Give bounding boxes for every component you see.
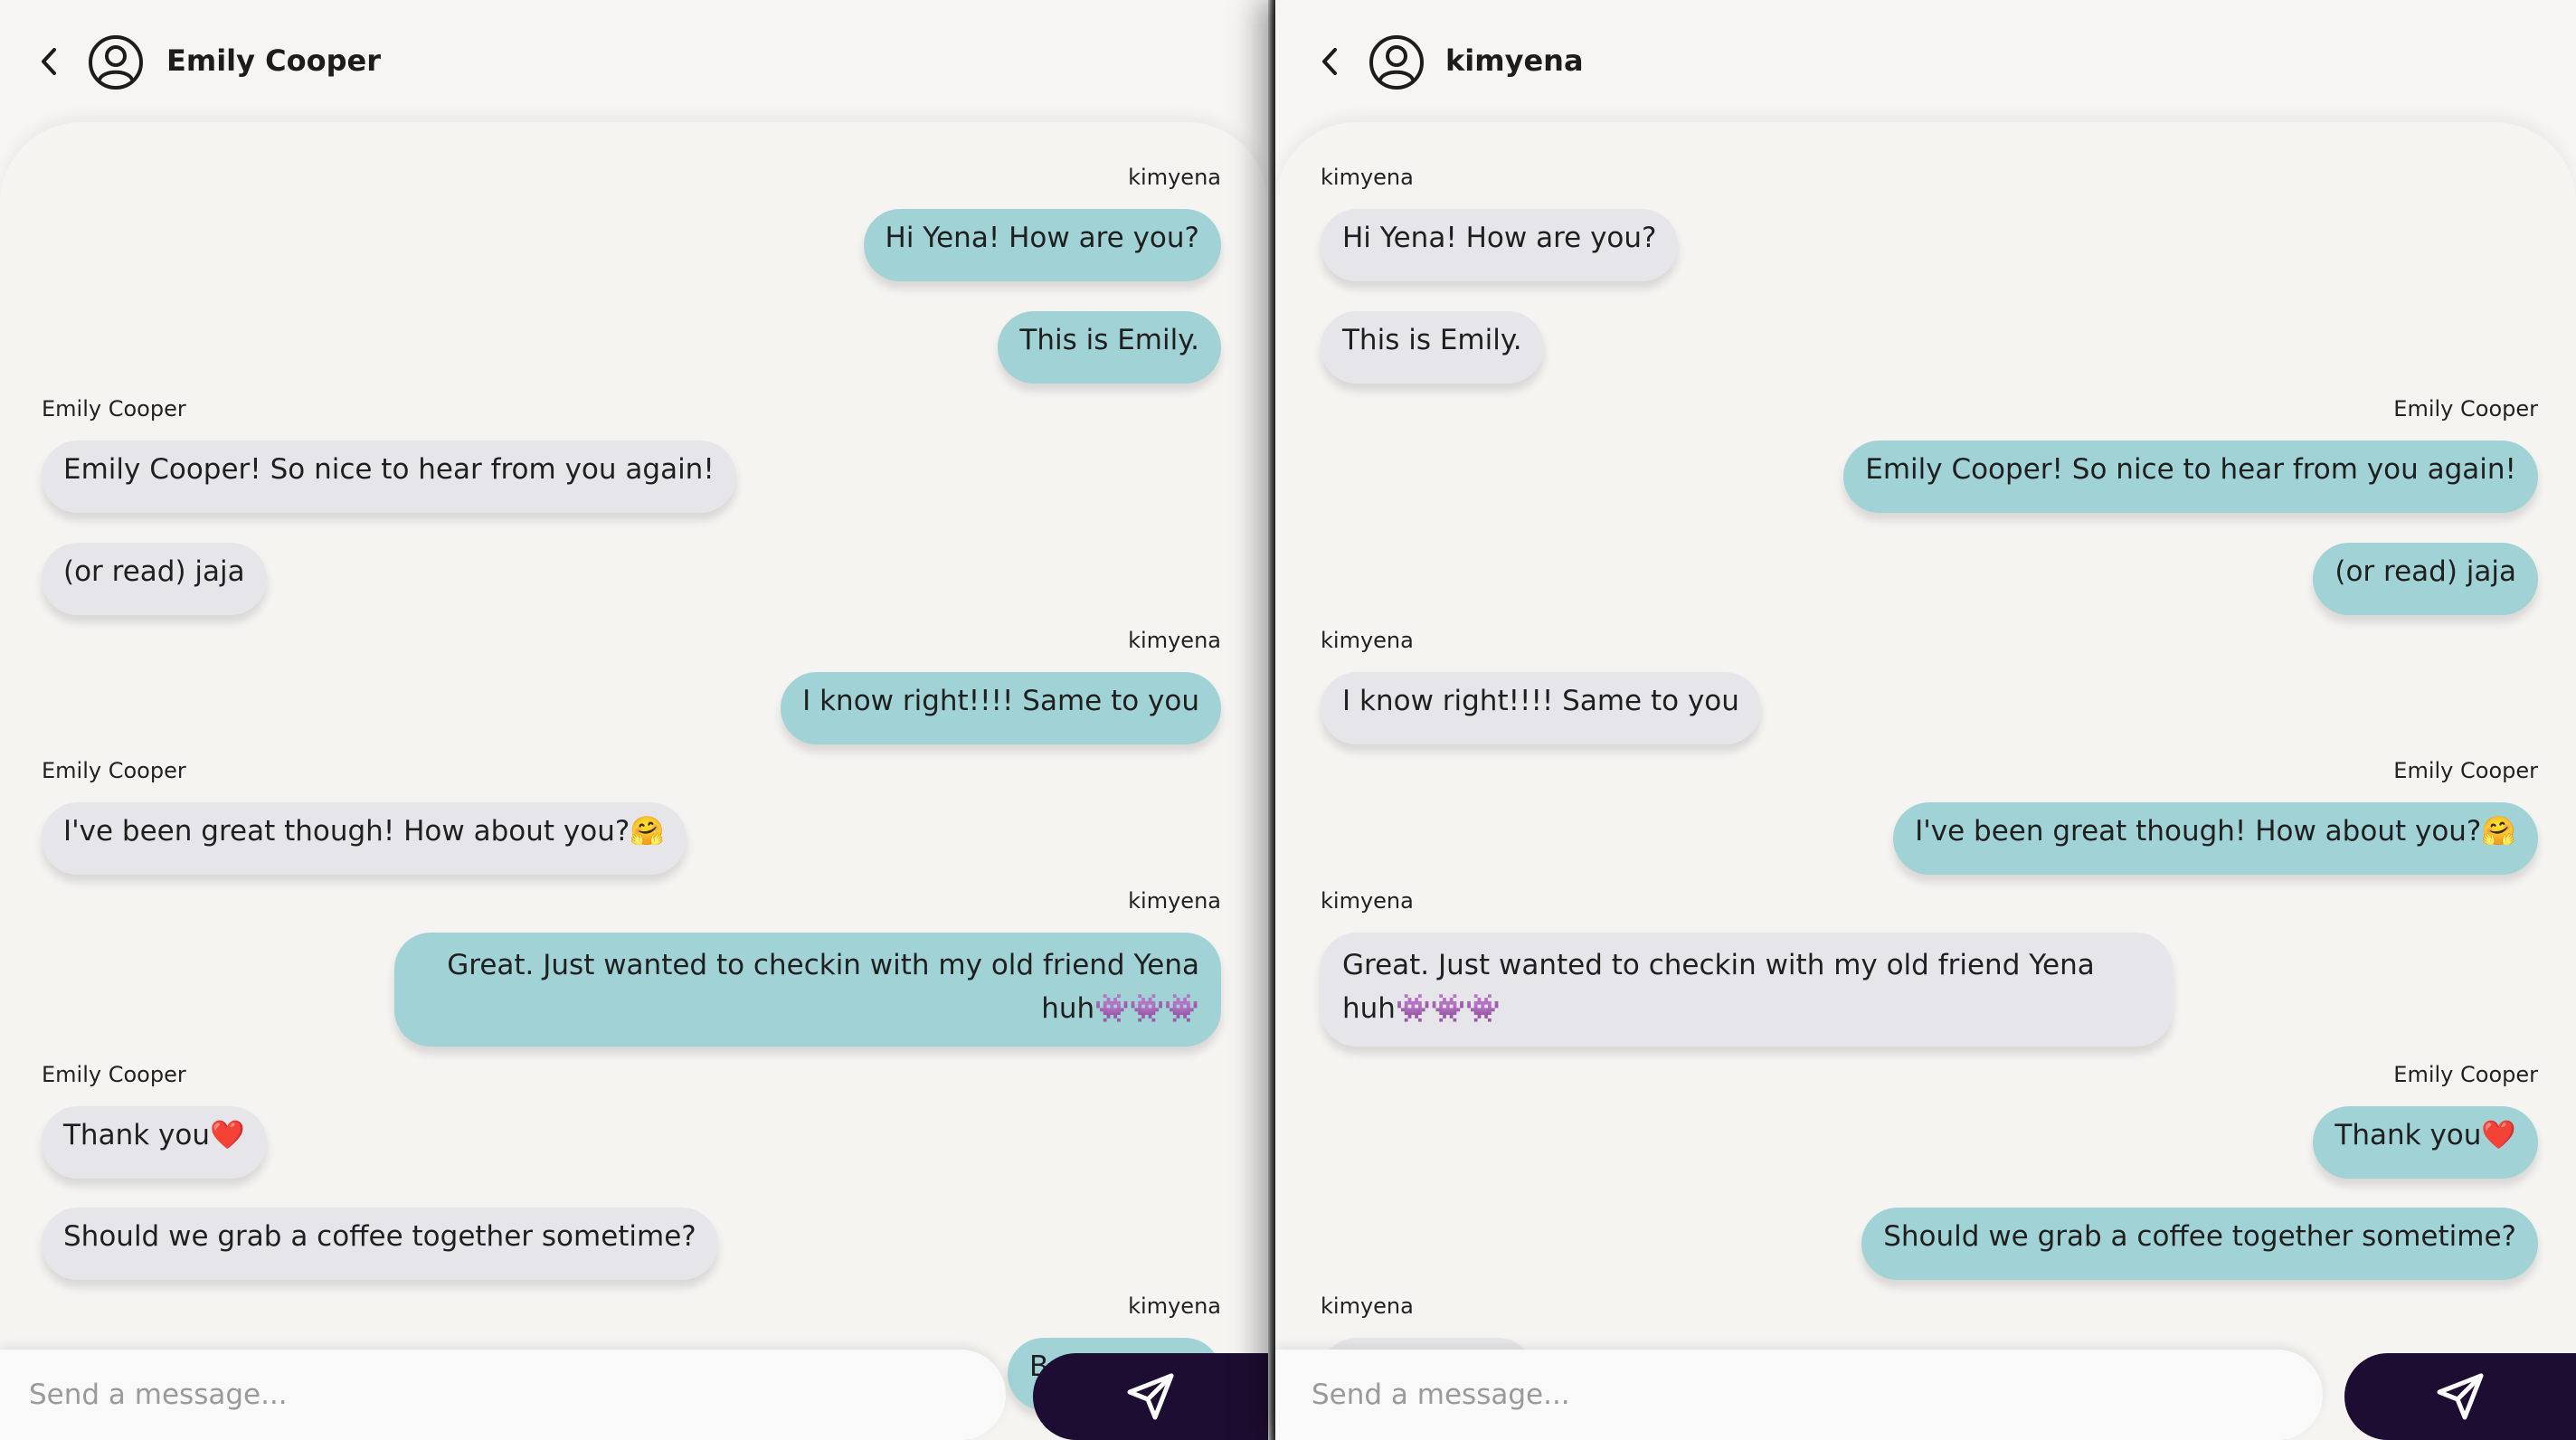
message-bubble-outgoing: Emily Cooper! So nice to hear from you a… [1843, 441, 2538, 513]
message-bubble-incoming: Emily Cooper! So nice to hear from you a… [42, 441, 736, 513]
message-sender: kimyena [1321, 628, 1414, 653]
user-circle-icon [1368, 33, 1425, 91]
message-composer [0, 1350, 1268, 1440]
message-list: kimyena Hi Yena! How are you? This is Em… [0, 122, 1268, 1440]
message-sender: kimyena [1128, 628, 1221, 653]
message-bubble-outgoing: I've been great though! How about you?🤗 [1893, 802, 2538, 875]
message-bubble-incoming: I know right!!!! Same to you [1321, 672, 1761, 744]
message-input[interactable] [1275, 1350, 2323, 1440]
chevron-left-icon [1322, 48, 1337, 75]
chat-title: kimyena [1445, 43, 1584, 78]
message-sender: kimyena [1321, 165, 1414, 190]
message-bubble-incoming: Great. Just wanted to checkin with my ol… [1321, 933, 2173, 1047]
message-bubble-outgoing: Great. Just wanted to checkin with my ol… [394, 933, 1221, 1047]
message-sender: kimyena [1321, 888, 1414, 914]
message-sender: Emily Cooper [2393, 758, 2538, 783]
message-list: kimyena Hi Yena! How are you? This is Em… [1275, 122, 2576, 1440]
chat-title: Emily Cooper [166, 43, 381, 78]
message-bubble-incoming: (or read) jaja [42, 543, 267, 615]
back-button[interactable] [1313, 42, 1346, 81]
send-button[interactable] [1033, 1353, 1268, 1440]
message-bubble-outgoing: (or read) jaja [2313, 543, 2538, 615]
send-button[interactable] [2344, 1353, 2576, 1440]
message-sender: kimyena [1128, 165, 1221, 190]
message-bubble-outgoing: I know right!!!! Same to you [781, 672, 1221, 744]
message-bubble-incoming: Thank you❤️ [42, 1106, 267, 1179]
chevron-left-icon [42, 48, 56, 75]
message-sender: Emily Cooper [42, 1062, 186, 1087]
chat-header: kimyena [1275, 0, 2576, 122]
message-sender: kimyena [1128, 1293, 1221, 1319]
message-composer [1275, 1350, 2576, 1440]
chat-window-left: Emily Cooper kimyena Hi Yena! How are yo… [0, 0, 1268, 1440]
back-button[interactable] [33, 42, 65, 81]
message-bubble-incoming: Hi Yena! How are you? [1321, 209, 1679, 281]
message-sender: Emily Cooper [42, 758, 186, 783]
message-bubble-incoming: I've been great though! How about you?🤗 [42, 802, 687, 875]
message-input[interactable] [0, 1350, 1006, 1440]
pane-divider [1268, 0, 1275, 1440]
chat-header: Emily Cooper [0, 0, 1268, 122]
message-bubble-outgoing: Thank you❤️ [2313, 1106, 2538, 1179]
message-bubble-incoming: Should we grab a coffee together sometim… [42, 1208, 718, 1280]
user-circle-icon [87, 33, 145, 91]
chat-window-right: kimyena kimyena Hi Yena! How are you? Th… [1275, 0, 2576, 1440]
message-bubble-outgoing: Hi Yena! How are you? [863, 209, 1221, 281]
send-paper-plane-icon [2437, 1373, 2484, 1420]
message-sender: kimyena [1321, 1293, 1414, 1319]
message-sender: kimyena [1128, 888, 1221, 914]
message-bubble-incoming: This is Emily. [1321, 311, 1544, 384]
message-sender: Emily Cooper [42, 396, 186, 422]
message-sender: Emily Cooper [2393, 1062, 2538, 1087]
send-paper-plane-icon [1127, 1373, 1174, 1420]
message-bubble-outgoing: Should we grab a coffee together sometim… [1861, 1208, 2538, 1280]
message-bubble-outgoing: This is Emily. [998, 311, 1221, 384]
message-sender: Emily Cooper [2393, 396, 2538, 422]
